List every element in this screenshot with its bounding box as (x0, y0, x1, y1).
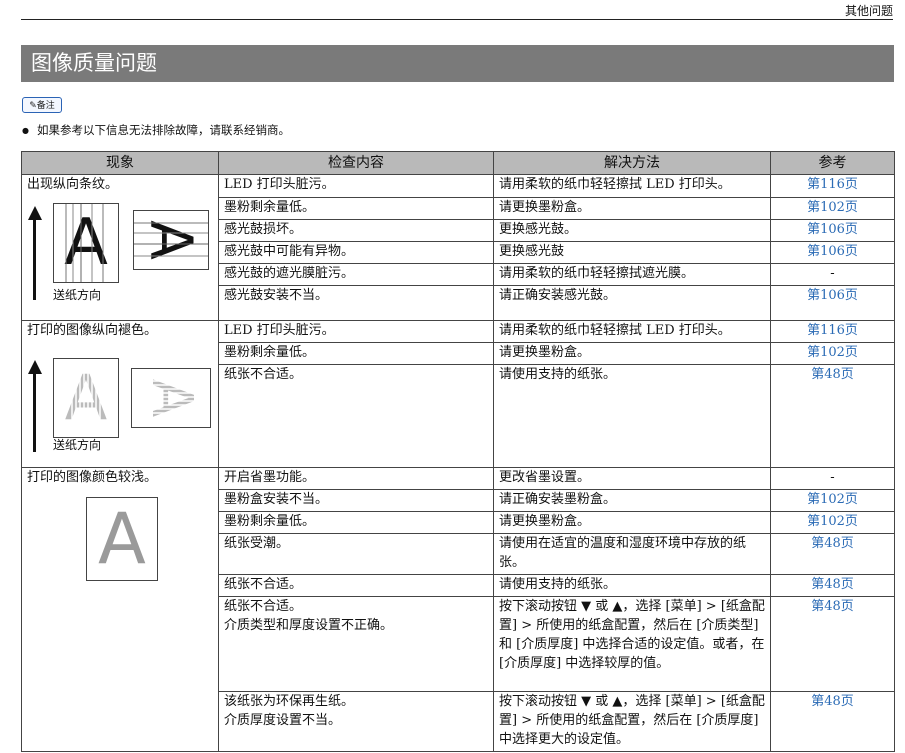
check-line: 纸张不合适。 (224, 599, 303, 614)
check-cell: 纸张不合适。 (218, 364, 494, 468)
reference-link[interactable]: 第116页 (770, 320, 895, 343)
check-cell: 开启省墨功能。 (218, 467, 494, 490)
column-header: 检查内容 (218, 151, 494, 175)
header-rule (21, 19, 893, 20)
solution-cell: 更换感光鼓 (493, 241, 771, 264)
fade-illustration: 送纸方向 A A (27, 344, 213, 454)
check-cell: 感光鼓安装不当。 (218, 285, 494, 321)
reference-link[interactable]: 第48页 (770, 574, 895, 597)
reference-link[interactable]: 第102页 (770, 511, 895, 534)
check-cell: 纸张不合适。 介质类型和厚度设置不正确。 (218, 596, 494, 692)
bullet-icon: ● (22, 126, 29, 135)
solution-cell: 请更换墨粉盒。 (493, 197, 771, 220)
symptom-cell: 打印的图像纵向褪色。 送纸方向 A A (21, 320, 219, 468)
solution-cell: 请使用支持的纸张。 (493, 364, 771, 468)
check-cell: 感光鼓中可能有异物。 (218, 241, 494, 264)
paper-direction-label: 送纸方向 (53, 288, 102, 302)
check-cell: 该纸张为环保再生纸。 介质厚度设置不当。 (218, 691, 494, 752)
check-cell: 感光鼓的遮光膜脏污。 (218, 263, 494, 286)
pencil-icon: ✎ (29, 101, 37, 111)
note-tag-label: 备注 (36, 101, 55, 111)
section-title: 图像质量问题 (21, 45, 894, 82)
solution-cell: 请更换墨粉盒。 (493, 342, 771, 365)
streak-lines-icon (134, 222, 208, 257)
symptom-text: 打印的图像颜色较浅。 (27, 470, 158, 485)
reference-link[interactable]: 第106页 (770, 241, 895, 264)
chapter-title: 其他问题 (844, 4, 893, 18)
paper-direction-label: 送纸方向 (53, 438, 102, 452)
symptom-cell: 出现纵向条纹。 送纸方向 A A (21, 174, 219, 321)
solution-cell: 请用柔软的纸巾轻轻擦拭 LED 打印头。 (493, 174, 771, 198)
table-row: 打印的图像颜色较浅。 A 开启省墨功能。 更改省墨设置。 - (21, 467, 895, 752)
sample-page-landscape: A (133, 210, 209, 270)
check-cell: 墨粉剩余量低。 (218, 197, 494, 220)
solution-cell: 请使用在适宜的温度和湿度环境中存放的纸张。 (493, 533, 771, 575)
reference-link[interactable]: 第102页 (770, 489, 895, 512)
symptom-cell: 打印的图像颜色较浅。 A (21, 467, 219, 752)
reference-link[interactable]: 第106页 (770, 285, 895, 321)
paper-direction-arrow (33, 372, 36, 452)
check-cell: 纸张不合适。 (218, 574, 494, 597)
check-cell: 纸张受潮。 (218, 533, 494, 575)
sample-page-portrait: A (53, 203, 119, 283)
streak-lines-icon (65, 204, 104, 282)
note-tag: ✎备注 (22, 97, 62, 113)
solution-cell: 按下滚动按钮 ▼ 或 ▲，选择 [菜单] > [纸盒配置] > 所使用的纸盒配置… (493, 691, 771, 752)
sample-page-landscape: A (131, 368, 211, 428)
sample-page-portrait: A (53, 358, 119, 438)
solution-cell: 按下滚动按钮 ▼ 或 ▲，选择 [菜单] > [纸盒配置] > 所使用的纸盒配置… (493, 596, 771, 692)
check-line: 介质类型和厚度设置不正确。 (224, 618, 394, 633)
note-text: 如果参考以下信息无法排除故障，请联系经销商。 (36, 123, 290, 137)
check-cell: LED 打印头脏污。 (218, 174, 494, 198)
symptom-text: 出现纵向条纹。 (27, 177, 119, 192)
troubleshooting-table: 现象 检查内容 解决方法 参考 出现纵向条纹。 送纸方向 A A LED 打印头… (21, 151, 895, 752)
table-row: 打印的图像纵向褪色。 送纸方向 A A LED 打印头脏污。 请用柔软的纸巾轻轻… (21, 320, 895, 468)
check-cell: 墨粉剩余量低。 (218, 511, 494, 534)
table-header-row: 现象 检查内容 解决方法 参考 (21, 151, 895, 175)
check-line: 介质厚度设置不当。 (224, 713, 342, 728)
check-cell: 墨粉剩余量低。 (218, 342, 494, 365)
paper-direction-arrow (33, 218, 36, 300)
reference-link[interactable]: 第48页 (770, 533, 895, 575)
reference-cell: - (770, 263, 895, 286)
solution-cell: 请用柔软的纸巾轻轻擦拭 LED 打印头。 (493, 320, 771, 343)
reference-link[interactable]: 第48页 (770, 596, 895, 692)
fade-lines-icon (132, 380, 210, 414)
streak-illustration: 送纸方向 A A (27, 198, 213, 308)
check-cell: 墨粉盒安装不当。 (218, 489, 494, 512)
reference-link[interactable]: 第102页 (770, 197, 895, 220)
column-header: 现象 (21, 151, 219, 175)
solution-cell: 请用柔软的纸巾轻轻擦拭遮光膜。 (493, 263, 771, 286)
reference-link[interactable]: 第116页 (770, 174, 895, 198)
column-header: 参考 (770, 151, 895, 175)
sample-glyph: A (98, 498, 146, 580)
check-cell: 感光鼓损坏。 (218, 219, 494, 242)
check-line: 该纸张为环保再生纸。 (224, 694, 355, 709)
fade-lines-icon (71, 359, 101, 437)
light-print-illustration: A (27, 491, 213, 601)
solution-cell: 更换感光鼓。 (493, 219, 771, 242)
reference-link[interactable]: 第106页 (770, 219, 895, 242)
reference-link[interactable]: 第48页 (770, 691, 895, 752)
solution-cell: 请更换墨粉盒。 (493, 511, 771, 534)
table-row: 出现纵向条纹。 送纸方向 A A LED 打印头脏污。 请用柔软的纸巾轻轻擦拭 … (21, 174, 895, 321)
reference-link[interactable]: 第48页 (770, 364, 895, 468)
solution-cell: 请使用支持的纸张。 (493, 574, 771, 597)
sample-page-portrait: A (86, 497, 158, 581)
reference-cell: - (770, 467, 895, 490)
solution-cell: 请正确安装感光鼓。 (493, 285, 771, 321)
symptom-text: 打印的图像纵向褪色。 (27, 323, 158, 338)
solution-cell: 更改省墨设置。 (493, 467, 771, 490)
solution-cell: 请正确安装墨粉盒。 (493, 489, 771, 512)
reference-link[interactable]: 第102页 (770, 342, 895, 365)
note-line: ● 如果参考以下信息无法排除故障，请联系经销商。 (22, 122, 290, 138)
column-header: 解决方法 (493, 151, 771, 175)
check-cell: LED 打印头脏污。 (218, 320, 494, 343)
